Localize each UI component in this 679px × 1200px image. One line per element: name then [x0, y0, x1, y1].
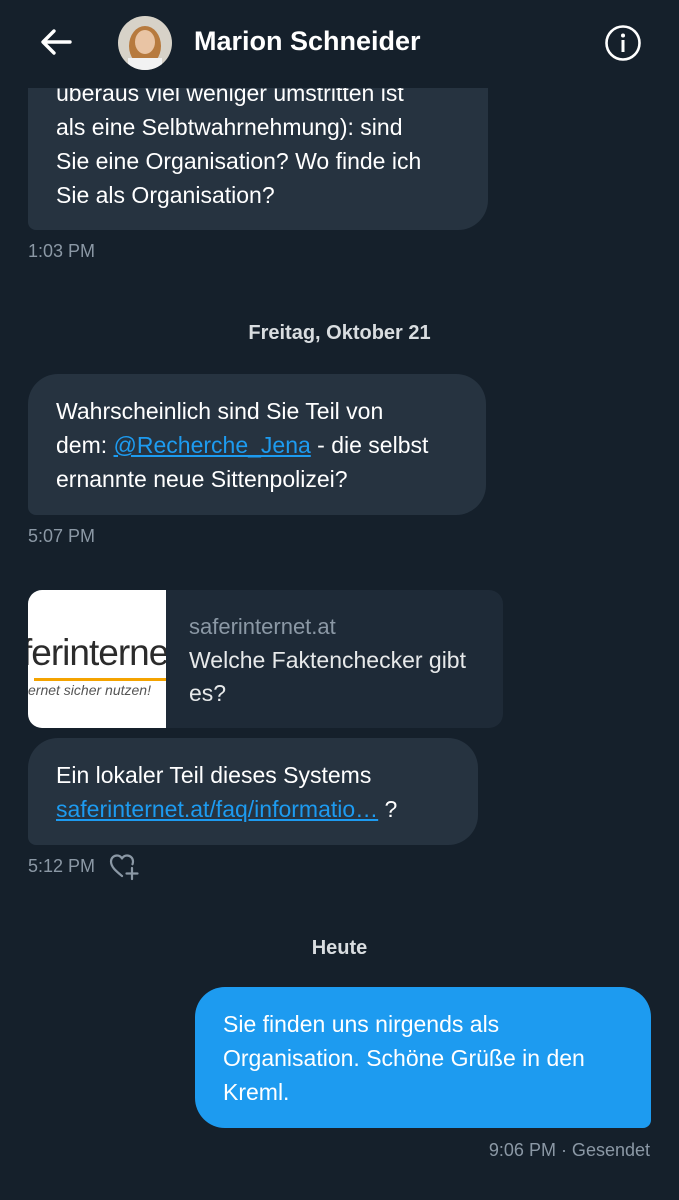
link-preview-title: Welche Faktenchecker gibt es?	[189, 647, 466, 706]
message-bubble[interactable]: Ein lokaler Teil dieses Systems saferint…	[28, 738, 478, 845]
message-text: ?	[378, 796, 398, 822]
message-line: Wahrscheinlich sind Sie Teil von	[56, 398, 384, 424]
message-line: Organisation. Schöne Grüße in den	[223, 1045, 585, 1071]
message-line: Kreml.	[223, 1079, 290, 1105]
message-timestamp: 1:03 PM	[28, 241, 96, 261]
message-line: Sie eine Organisation? Wo finde ich	[56, 148, 422, 174]
mention-link[interactable]: @Recherche_Jena	[114, 432, 311, 458]
message-line: saferinternet.at/faq/informatio… ?	[56, 792, 450, 826]
thumbnail-tagline: ernet sicher nutzen!	[28, 682, 151, 698]
heart-plus-icon[interactable]	[108, 851, 140, 881]
message-line: Sie als Organisation?	[56, 182, 275, 208]
message-line: dem: @Recherche_Jena - die selbst	[56, 428, 458, 462]
message-bubble[interactable]: Wahrscheinlich sind Sie Teil von dem: @R…	[28, 374, 486, 515]
back-arrow-icon	[41, 29, 72, 55]
link-preview-thumbnail: ferinterne ernet sicher nutzen!	[28, 590, 166, 728]
message-timestamp: 5:12 PM	[28, 856, 96, 876]
message-bubble-sent[interactable]: Sie finden uns nirgends als Organisation…	[195, 987, 651, 1128]
message-line: ernannte neue Sittenpolizei?	[56, 466, 348, 492]
message-line: als eine Selbtwahrnehmung): sind	[56, 114, 403, 140]
day-separator: Heute	[311, 937, 368, 959]
back-button[interactable]	[36, 22, 76, 62]
contact-name[interactable]: Marion Schneider	[194, 26, 421, 57]
link-preview-domain: saferinternet.at	[189, 614, 336, 639]
info-button[interactable]	[604, 24, 642, 62]
thumbnail-logo-text: ferinterne	[28, 632, 166, 673]
message-line: Sie finden uns nirgends als	[223, 1011, 500, 1037]
link-preview-card[interactable]: ferinterne ernet sicher nutzen! saferint…	[28, 590, 503, 728]
avatar[interactable]	[118, 16, 172, 70]
info-icon	[605, 25, 641, 61]
message-text: dem:	[56, 432, 114, 458]
message-url-link[interactable]: saferinternet.at/faq/informatio…	[56, 796, 378, 822]
message-line: Ein lokaler Teil dieses Systems	[56, 762, 372, 788]
message-timestamp: 5:07 PM	[28, 526, 96, 546]
conversation-header: Marion Schneider	[0, 0, 679, 88]
message-text: - die selbst	[310, 432, 429, 458]
message-status: 9:06 PM · Gesendet	[488, 1140, 650, 1160]
day-separator: Freitag, Oktober 21	[248, 322, 431, 344]
